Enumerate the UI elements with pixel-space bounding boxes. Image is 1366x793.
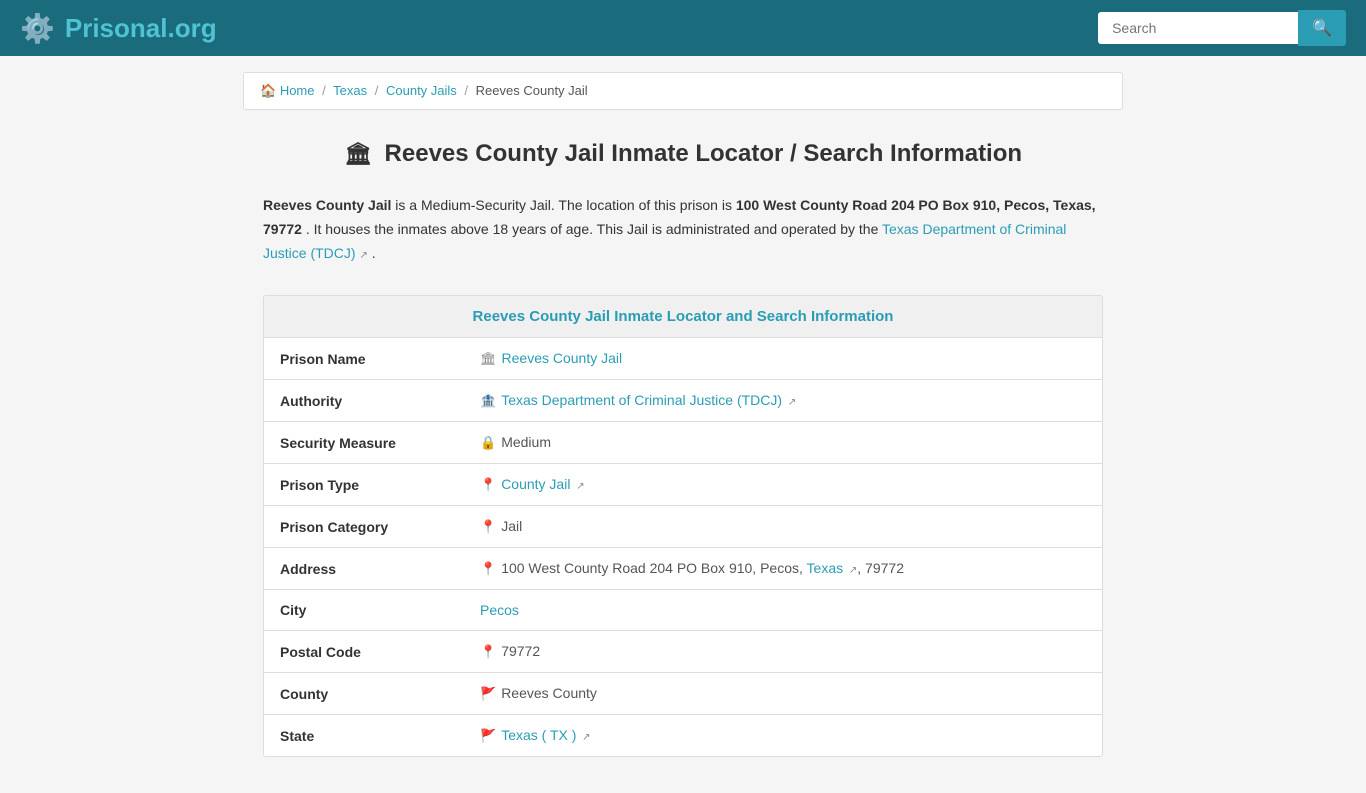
page-title: 🏛 Reeves County Jail Inmate Locator / Se… [263,140,1103,168]
info-table: Prison Name🏛Reeves County JailAuthority🏦… [264,338,1102,756]
desc-part2: . It houses the inmates above 18 years o… [306,221,882,237]
table-cell-value: 🚩 Reeves County [464,673,1102,715]
logo-icon: ⚙️ [20,12,55,45]
desc-jail-name: Reeves County Jail [263,197,391,213]
breadcrumb-home[interactable]: Home [280,83,315,98]
row-icon: 🔒 [480,435,496,450]
desc-ext-icon: ↗ [359,250,367,261]
breadcrumb-sep1: / [322,83,326,98]
row-icon: 📍 [480,644,496,659]
table-row: State 🚩 Texas ( TX ) ↗ [264,715,1102,757]
table-cell-label: Authority [264,380,464,422]
main-wrapper: 🏠 Home / Texas / County Jails / Reeves C… [223,56,1143,793]
table-row: Prison Type 📍 County Jail ↗ [264,464,1102,506]
row-value: Reeves County [501,685,597,701]
table-row: Security Measure 🔒 Medium [264,422,1102,464]
search-icon: 🔍 [1312,20,1332,37]
table-row: City Pecos [264,590,1102,631]
table-cell-value: 🚩 Texas ( TX ) ↗ [464,715,1102,757]
table-row: Authority 🏦 Texas Department of Criminal J… [264,380,1102,422]
desc-part1: is a Medium-Security Jail. The location … [395,197,736,213]
breadcrumb-current: Reeves County Jail [476,83,588,98]
row-icon: 🚩 [480,728,496,743]
breadcrumb-texas[interactable]: Texas [333,83,367,98]
table-cell-label: Prison Name [264,338,464,380]
table-cell-value: 🔒 Medium [464,422,1102,464]
row-icon: 🚩 [480,686,496,701]
logo-main: Prisonal [65,13,168,43]
ext-icon: ↗ [846,565,857,576]
logo-link[interactable]: Prisonal.org [65,13,217,44]
table-cell-label: Prison Type [264,464,464,506]
search-button[interactable]: 🔍 [1298,10,1346,46]
ext-icon: ↗ [573,481,584,492]
info-section: Reeves County Jail Inmate Locator and Se… [263,295,1103,757]
breadcrumb-county-jails[interactable]: County Jails [386,83,457,98]
row-value: Medium [501,434,551,450]
logo-area: ⚙️ Prisonal.org [20,12,217,45]
breadcrumb-sep2: / [375,83,379,98]
page-title-section: 🏛 Reeves County Jail Inmate Locator / Se… [243,120,1123,178]
table-cell-label: Postal Code [264,631,464,673]
ext-icon: ↗ [579,732,590,743]
table-cell-label: Prison Category [264,506,464,548]
row-link[interactable]: Reeves County Jail [502,350,623,366]
row-value: 79772 [501,643,540,659]
header: ⚙️ Prisonal.org 🔍 [0,0,1366,56]
table-cell-value: 🏦 Texas Department of Criminal Justice (T… [464,380,1102,422]
table-cell-value: 📍 Jail [464,506,1102,548]
table-row: County 🚩 Reeves County [264,673,1102,715]
logo-ext: .org [167,13,216,43]
table-cell-label: State [264,715,464,757]
table-cell-label: Security Measure [264,422,464,464]
ext-icon: ↗ [785,397,796,408]
row-link[interactable]: Pecos [480,602,519,618]
table-row: Address📍100 West County Road 204 PO Box … [264,548,1102,590]
table-cell-label: Address [264,548,464,590]
table-cell-label: City [264,590,464,631]
row-icon: 📍 [480,477,496,492]
breadcrumb-sep3: / [464,83,468,98]
breadcrumb: 🏠 Home / Texas / County Jails / Reeves C… [243,72,1123,110]
row-link[interactable]: County Jail [501,476,570,492]
state-link[interactable]: Texas [807,560,844,576]
row-icon: 📍 [480,519,496,534]
row-link[interactable]: Texas ( TX ) [501,727,576,743]
table-row: Postal Code 📍 79772 [264,631,1102,673]
home-icon: 🏠 [260,83,276,98]
table-row: Prison Name 🏛 Reeves County Jail [264,338,1102,380]
row-link[interactable]: Texas Department of Criminal Justice (TD… [501,392,782,408]
title-icon: 🏛 [344,141,372,166]
row-icon: 🏛 [480,351,497,366]
table-cell-value: 🏛 Reeves County Jail [464,338,1102,380]
table-cell-value: 📍 79772 [464,631,1102,673]
description: Reeves County Jail is a Medium-Security … [243,178,1123,285]
table-cell-value: Pecos [464,590,1102,631]
search-area: 🔍 [1098,10,1346,46]
table-cell-label: County [264,673,464,715]
row-icon: 🏦 [480,393,496,408]
search-input[interactable] [1098,12,1298,44]
desc-end: . [372,245,376,261]
table-cell-value: 📍100 West County Road 204 PO Box 910, Pe… [464,548,1102,590]
address-icon: 📍 [480,561,496,576]
table-row: Prison Category 📍 Jail [264,506,1102,548]
row-value: Jail [501,518,522,534]
table-cell-value: 📍 County Jail ↗ [464,464,1102,506]
info-section-header: Reeves County Jail Inmate Locator and Se… [264,296,1102,338]
